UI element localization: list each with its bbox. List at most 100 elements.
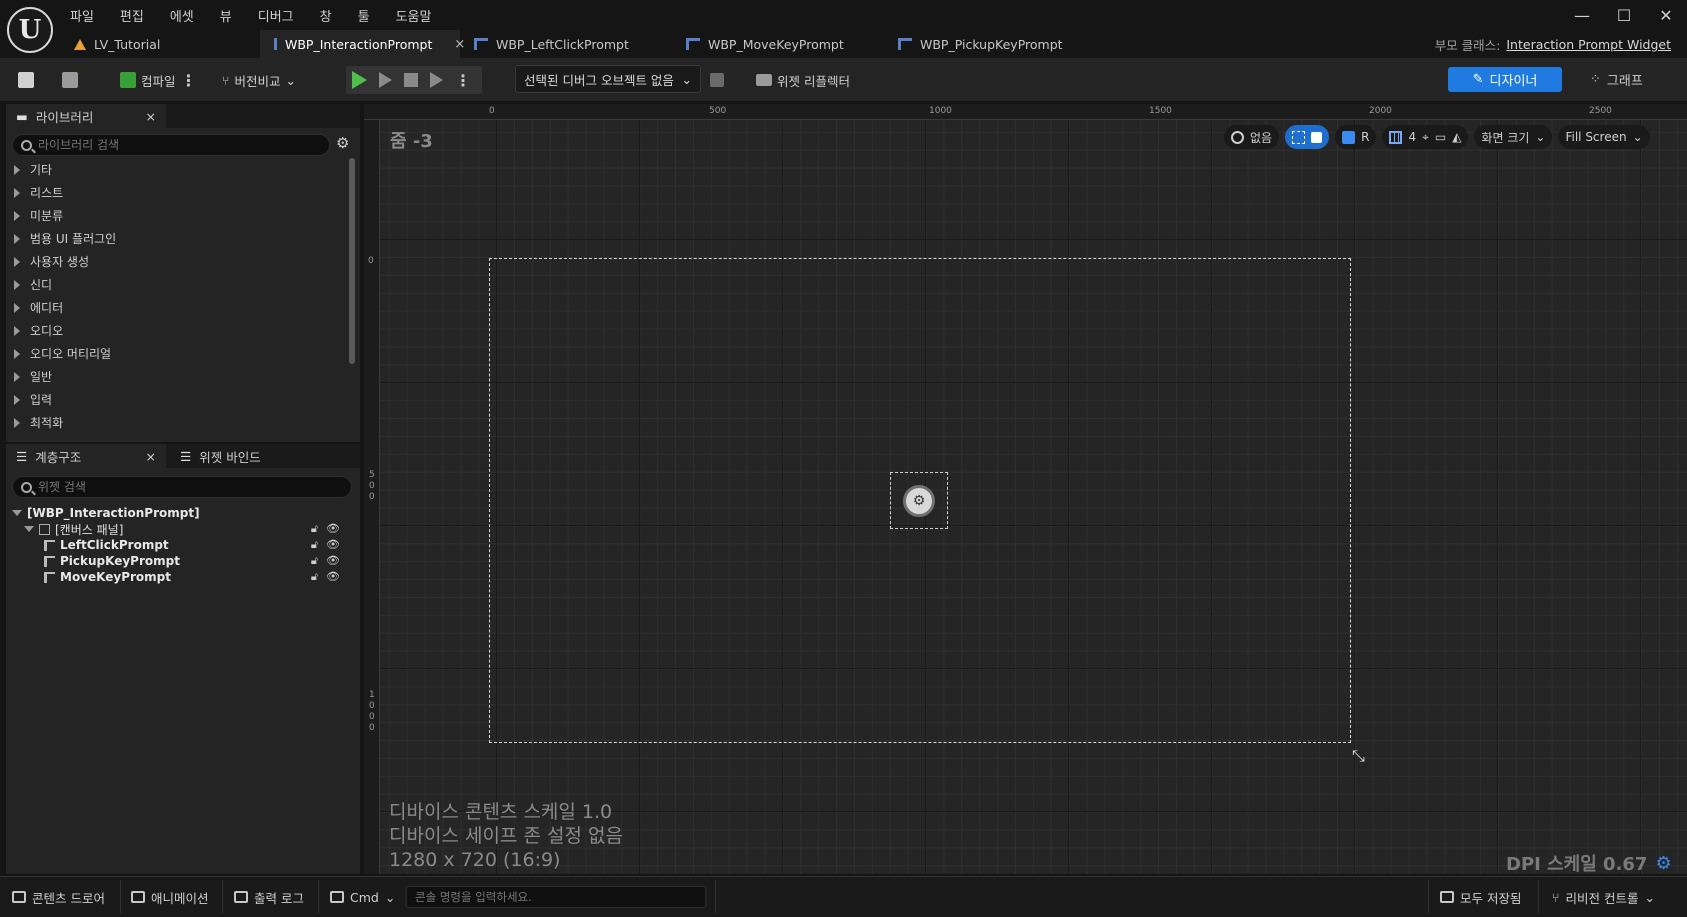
library-category-audio-material[interactable]: 오디오 머티리얼 [6, 342, 350, 365]
menu-window[interactable]: 창 [320, 6, 332, 25]
menu-view[interactable]: 뷰 [220, 6, 232, 25]
tree-pickupkeyprompt[interactable]: PickupKeyPrompt 🔓︎ 👁︎ [44, 553, 352, 569]
tab-widget-bindings[interactable]: ☰ 위젯 바인드 [170, 444, 271, 468]
eye-icon[interactable]: 👁︎ [326, 522, 340, 536]
console-command-input[interactable]: 콘솔 명령을 입력하세요. [406, 886, 706, 908]
tab-wbp-interactionprompt[interactable]: WBP_InteractionPrompt × [260, 30, 465, 58]
stop-icon[interactable] [404, 73, 418, 87]
simulate-icon[interactable] [430, 72, 443, 88]
library-category-optimization[interactable]: 최적화 [6, 411, 350, 434]
resize-handle-icon[interactable]: ⤡ [1352, 746, 1365, 766]
library-category-synth[interactable]: 신디 [6, 273, 350, 296]
dpi-settings-gear-icon[interactable]: ⚙ [1655, 853, 1671, 874]
eye-icon[interactable]: 👁︎ [326, 554, 340, 568]
tree-leftclickprompt[interactable]: LeftClickPrompt 🔓︎ 👁︎ [44, 537, 352, 553]
localization-preview-button[interactable]: 없음 [1224, 125, 1280, 149]
menu-help[interactable]: 도움말 [396, 6, 432, 25]
graph-button[interactable]: ⁘ 그래프 [1590, 67, 1643, 92]
debug-object-dropdown[interactable]: 선택된 디버그 오브젝트 없음 ⌄ [515, 65, 701, 93]
widget-reflector-button[interactable]: 위젯 리플렉터 [756, 66, 850, 94]
tab-wbp-pickupkeyprompt[interactable]: WBP_PickupKeyPrompt [884, 30, 1104, 58]
play-icon[interactable] [352, 71, 367, 89]
library-category-audio[interactable]: 오디오 [6, 319, 350, 342]
interaction-prompt-widget[interactable]: ⚙ [890, 472, 948, 529]
library-category-list-widgets[interactable]: 리스트 [6, 181, 350, 204]
parent-class: 부모 클래스: Interaction Prompt Widget [1435, 35, 1671, 54]
lock-icon[interactable]: 🔓︎ [311, 570, 318, 584]
compile-button[interactable]: 컴파일 ⋮ [120, 66, 197, 94]
eye-icon[interactable]: 👁︎ [326, 570, 340, 584]
content-drawer-button[interactable]: 콘텐츠 드로어 [12, 886, 105, 908]
grid-snap-toggle[interactable]: 4 ⌖ ▭ ◭ [1382, 125, 1469, 149]
library-close-icon[interactable]: × [146, 109, 156, 124]
tree-canvas-panel[interactable]: [캔버스 패널] 🔓︎ 👁︎ [24, 521, 352, 537]
library-category-input[interactable]: 입력 [6, 388, 350, 411]
parent-class-link[interactable]: Interaction Prompt Widget [1506, 37, 1671, 52]
widget-search[interactable] [12, 476, 352, 498]
menu-edit[interactable]: 편집 [120, 6, 144, 25]
animation-button[interactable]: 애니메이션 [131, 886, 209, 908]
library-category-common[interactable]: 일반 [6, 365, 350, 388]
output-log-button[interactable]: 출력 로그 [234, 886, 304, 908]
tab-lv-tutorial[interactable]: LV_Tutorial [60, 30, 260, 58]
widget-icon [44, 571, 55, 583]
menu-asset[interactable]: 에셋 [170, 6, 194, 25]
library-search-input[interactable] [38, 138, 288, 152]
library-category-common-ui[interactable]: 범용 UI 플러그인 [6, 227, 350, 250]
widget-search-input[interactable] [38, 480, 288, 494]
menu-tools[interactable]: 툴 [358, 6, 370, 25]
step-icon[interactable] [379, 72, 392, 88]
eye-icon[interactable]: 👁︎ [326, 538, 340, 552]
dpi-scale: DPI 스케일 0.67 ⚙ [1506, 850, 1672, 876]
divider [318, 880, 319, 913]
cmd-label: Cmd [350, 889, 379, 905]
revision-control-button[interactable]: ⑂ 리비전 컨트롤 ⌄ [1552, 886, 1655, 908]
library-category-editor[interactable]: 에디터 [6, 296, 350, 319]
lock-icon[interactable]: 🔓︎ [311, 554, 318, 568]
transform-mode-toggle[interactable]: R [1335, 125, 1377, 149]
unreal-logo-icon[interactable]: U [7, 7, 53, 53]
library-tab[interactable]: ▬ 라이브러리 × [6, 104, 166, 128]
tab-wbp-movekeyprompt[interactable]: WBP_MoveKeyPrompt [672, 30, 884, 58]
save-all-button[interactable]: 모두 저장됨 [1440, 886, 1521, 908]
ruler-label: 1000 [929, 106, 952, 116]
library-search[interactable] [12, 134, 330, 156]
compile-options-icon[interactable]: ⋮ [181, 71, 197, 90]
designer-button[interactable]: ✎ 디자이너 [1448, 67, 1562, 92]
maximize-button[interactable]: ☐ [1603, 0, 1645, 30]
save-button[interactable] [18, 66, 34, 94]
ruler-label: 1500 [1149, 106, 1172, 116]
ruler-label: 2000 [1369, 106, 1392, 116]
bindings-icon: ☰ [180, 448, 192, 464]
menu-debug[interactable]: 디버그 [258, 6, 294, 25]
respect-locks-toggle[interactable] [1285, 125, 1330, 149]
settings-gear-icon[interactable]: ⚙ [336, 134, 349, 152]
hierarchy-tab[interactable]: ☰ 계층구조 × [6, 444, 166, 468]
debug-filter-button[interactable] [710, 66, 724, 94]
lock-icon[interactable]: 🔓︎ [311, 538, 318, 552]
browse-button[interactable] [62, 66, 78, 94]
lock-icon[interactable]: 🔓︎ [311, 522, 318, 536]
tree-root[interactable]: [WBP_InteractionPrompt] [12, 505, 352, 521]
hierarchy-close-icon[interactable]: × [146, 449, 156, 464]
library-category-uncategorized[interactable]: 미분류 [6, 204, 350, 227]
minimize-button[interactable]: — [1561, 0, 1603, 30]
tree-movekeyprompt[interactable]: MoveKeyPrompt 🔓︎ 👁︎ [44, 569, 352, 585]
search-icon [21, 481, 32, 493]
diff-button[interactable]: ⑂ 버전비교 ⌄ [222, 66, 296, 94]
play-options-icon[interactable]: ⋮ [455, 71, 471, 90]
category-label: 일반 [30, 370, 53, 384]
widget-preview-icon: ⚙ [903, 484, 935, 517]
status-bar: 콘텐츠 드로어 애니메이션 출력 로그 Cmd ⌄ 모두 저장됨 ⑂ 리비전 컨트롤… [0, 876, 1687, 917]
fill-screen-dropdown[interactable]: Fill Screen ⌄ [1558, 125, 1650, 149]
screen-size-dropdown[interactable]: 화면 크기 ⌄ [1474, 125, 1553, 149]
library-category-user-created[interactable]: 사용자 생성 [6, 250, 350, 273]
category-label: 범용 UI 플러그인 [30, 232, 117, 246]
close-window-button[interactable]: ✕ [1645, 0, 1687, 30]
tab-wbp-leftclickprompt[interactable]: WBP_LeftClickPrompt [460, 30, 672, 58]
cmd-dropdown[interactable]: Cmd ⌄ [330, 886, 395, 908]
library-category-etc[interactable]: 기타 [6, 158, 350, 181]
category-label: 리스트 [30, 186, 64, 200]
menu-file[interactable]: 파일 [70, 6, 94, 25]
library-scrollbar[interactable] [349, 158, 355, 364]
